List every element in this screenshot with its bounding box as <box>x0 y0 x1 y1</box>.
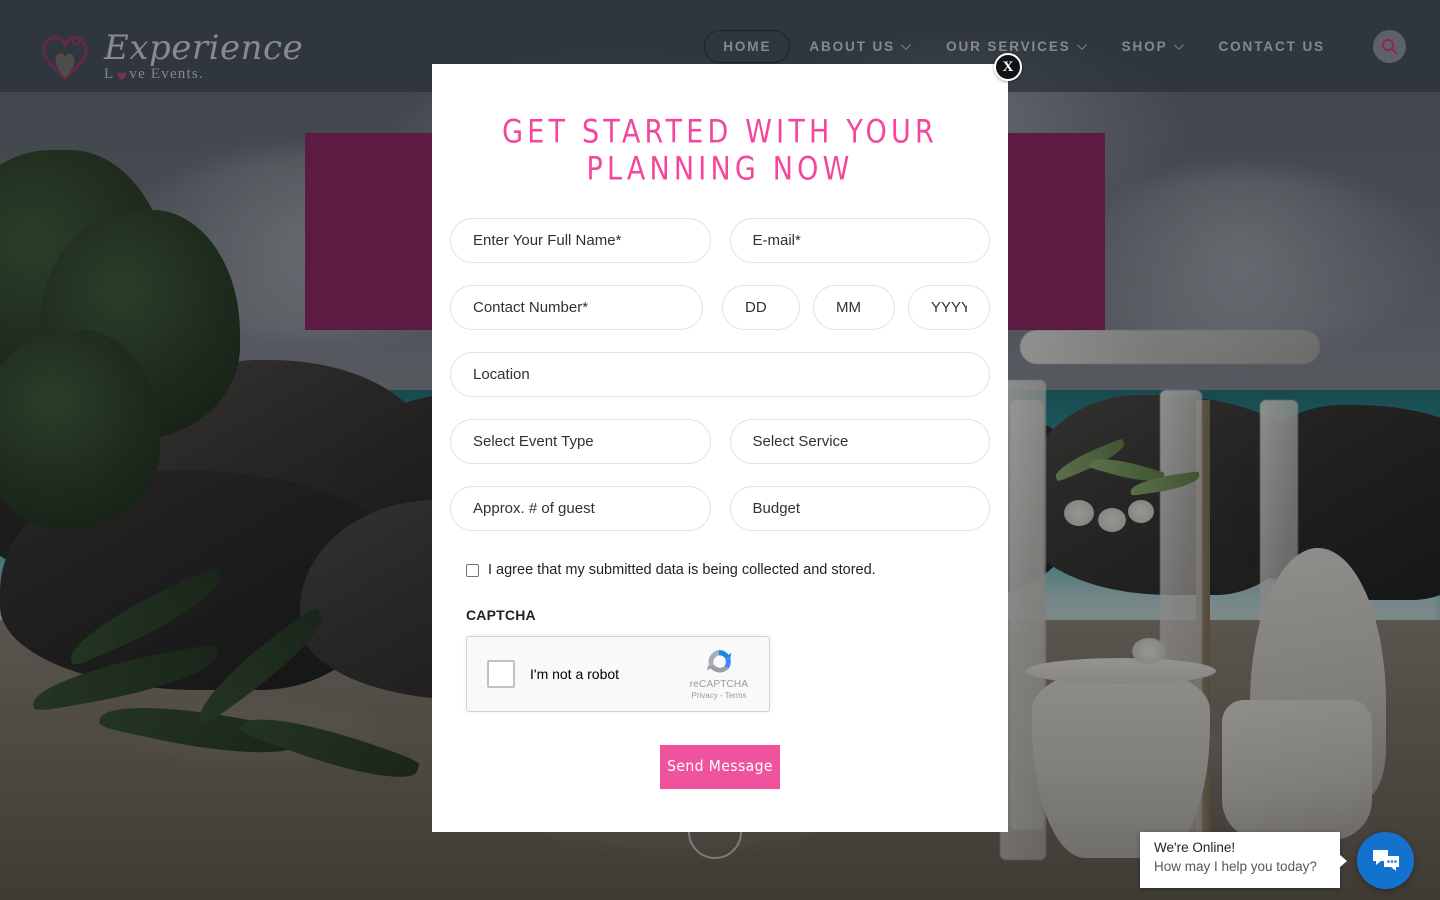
recaptcha-branding: reCAPTCHA Privacy - Terms <box>680 646 758 700</box>
logo-subtitle-rest: ve Events. <box>129 65 204 82</box>
contact-number-input[interactable] <box>450 285 703 330</box>
captcha-section-label: CAPTCHA <box>466 606 536 623</box>
form-row-event-service: Select Event Type Select Service <box>450 419 990 464</box>
recaptcha-logo-svg <box>707 649 732 673</box>
chevron-down-icon <box>901 39 911 50</box>
heart-icon <box>117 70 127 80</box>
planning-form-modal: Get Started With Your Planning Now Selec… <box>432 64 1008 832</box>
recaptcha-logo-icon <box>703 646 735 678</box>
nav-home[interactable]: HOME <box>704 29 791 63</box>
event-type-select[interactable]: Select Event Type <box>450 419 711 464</box>
chevron-down-icon <box>1076 39 1087 50</box>
form-row-location <box>450 352 990 397</box>
recaptcha-privacy-terms[interactable]: Privacy - Terms <box>680 691 758 700</box>
recaptcha-brand-name: reCAPTCHA <box>689 678 749 690</box>
budget-input[interactable] <box>729 486 990 531</box>
nav-about-us[interactable]: ABOUT US <box>790 30 927 63</box>
full-name-input[interactable] <box>450 218 711 263</box>
chat-greeting-bubble: We're Online! How may I help you today? <box>1140 832 1347 888</box>
chat-launcher-button[interactable] <box>1357 832 1414 889</box>
date-day-input[interactable] <box>722 285 800 330</box>
recaptcha-widget[interactable]: I'm not a robot reCAPTCHA Privacy - Term… <box>466 635 770 712</box>
chevron-down-icon <box>1173 39 1184 50</box>
date-year-input[interactable] <box>908 285 990 330</box>
consent-checkbox[interactable] <box>466 564 479 577</box>
location-input[interactable] <box>450 352 990 397</box>
send-message-button[interactable]: Send Message <box>660 744 780 789</box>
form-row-contact-date <box>450 285 990 330</box>
nav-contact-us-label: CONTACT US <box>1218 38 1325 54</box>
chat-bubbles-icon <box>1372 849 1399 871</box>
nav-our-services-label: OUR SERVICES <box>946 38 1071 54</box>
heart-rings-icon <box>36 28 94 84</box>
nav-shop[interactable]: SHOP <box>1103 30 1200 63</box>
email-input[interactable] <box>729 218 990 263</box>
date-month-input[interactable] <box>813 285 895 330</box>
nav-about-us-label: ABOUT US <box>809 38 896 54</box>
nav-shop-label: SHOP <box>1121 38 1168 54</box>
nav-contact-us[interactable]: CONTACT US <box>1200 30 1345 63</box>
logo-subtitle: L ve Events. <box>104 65 303 82</box>
recaptcha-checkbox[interactable] <box>487 659 515 688</box>
nav-home-label: HOME <box>723 38 772 54</box>
consent-label: I agree that my submitted data is being … <box>488 562 876 578</box>
chat-help-prompt: How may I help you today? <box>1154 859 1317 874</box>
guest-count-input[interactable] <box>450 486 711 531</box>
form-row-name-email <box>450 218 990 263</box>
logo-subtitle-l: L <box>104 65 115 82</box>
search-icon <box>1381 38 1398 55</box>
form-row-guests-budget <box>450 486 990 531</box>
chat-online-status: We're Online! <box>1154 840 1236 855</box>
page-root: Experience L ve Events. HOME ABOUT US OU… <box>0 0 1440 900</box>
heart-rings-svg <box>42 36 88 80</box>
search-button[interactable] <box>1373 30 1406 63</box>
submit-row: Send Message <box>450 744 990 789</box>
planning-form: Select Event Type Select Service I agree… <box>432 218 1008 789</box>
modal-title: Get Started With Your Planning Now <box>502 114 938 188</box>
logo-title: Experience <box>104 27 304 68</box>
consent-row: I agree that my submitted data is being … <box>466 561 990 580</box>
logo-text-block: Experience L ve Events. <box>104 31 303 82</box>
recaptcha-label: I'm not a robot <box>530 665 620 682</box>
service-select[interactable]: Select Service <box>729 419 990 464</box>
modal-close-button[interactable]: X <box>994 53 1022 81</box>
site-logo[interactable]: Experience L ve Events. <box>36 28 303 84</box>
